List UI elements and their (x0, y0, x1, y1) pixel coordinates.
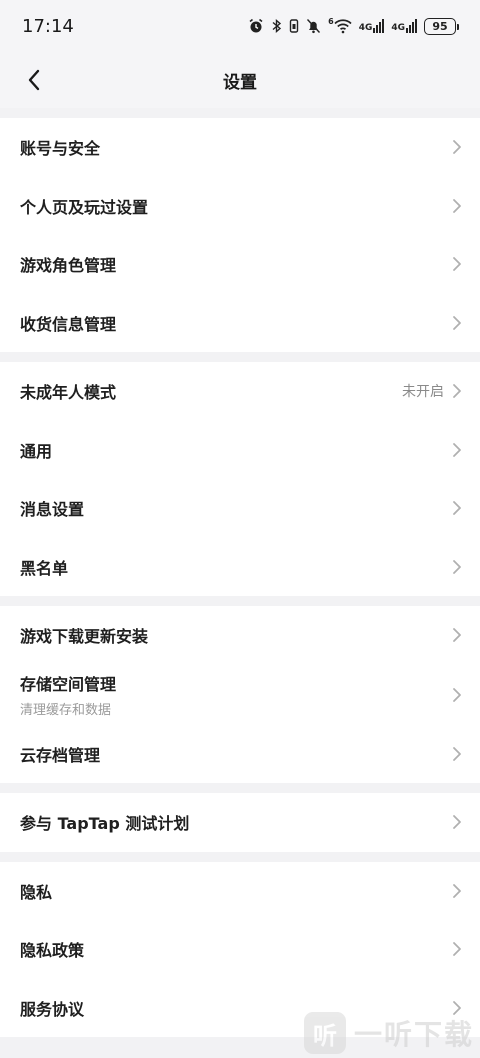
settings-list: 账号与安全 个人页及玩过设置 游戏角色管理 收货信息管理 未成年人模式 未开启 … (0, 118, 480, 1037)
nav-bar: 设置 (0, 52, 480, 108)
settings-item-minor-mode[interactable]: 未成年人模式 未开启 (0, 362, 480, 421)
mute-bell-icon (306, 18, 321, 34)
settings-group-account: 账号与安全 个人页及玩过设置 游戏角色管理 收货信息管理 (0, 118, 480, 352)
back-button[interactable] (18, 64, 50, 96)
settings-group-storage: 游戏下载更新安装 存储空间管理 清理缓存和数据 云存档管理 (0, 606, 480, 783)
alarm-icon (248, 18, 264, 34)
settings-item-label: 收货信息管理 (20, 314, 117, 334)
chevron-right-icon (453, 746, 461, 761)
chevron-right-icon (453, 140, 461, 155)
storage-label: 存储空间管理 (20, 675, 117, 694)
chevron-right-icon (453, 442, 461, 457)
settings-item-label: 游戏下载更新安装 (20, 627, 149, 647)
settings-item-label: 个人页及玩过设置 (20, 197, 149, 217)
status-time: 17:14 (22, 15, 74, 37)
settings-item-label: 未成年人模式 (20, 383, 117, 403)
status-bar: 17:14 6 4G 4G 95 (0, 0, 480, 52)
settings-item-general[interactable]: 通用 (0, 421, 480, 480)
settings-item-privacy[interactable]: 隐私 (0, 862, 480, 921)
chevron-right-icon (453, 559, 461, 574)
signal-icon-2: 4G (391, 19, 417, 33)
storage-sublabel: 清理缓存和数据 (20, 703, 112, 718)
settings-item-game-roles[interactable]: 游戏角色管理 (0, 235, 480, 294)
chevron-right-icon (453, 687, 461, 702)
settings-item-label: 存储空间管理 清理缓存和数据 (20, 671, 116, 718)
settings-item-label: 消息设置 (20, 500, 85, 520)
settings-item-label: 游戏角色管理 (20, 256, 117, 276)
chevron-right-icon (453, 257, 461, 272)
chevron-right-icon (453, 815, 461, 830)
settings-item-label: 云存档管理 (20, 745, 101, 765)
chevron-right-icon (453, 628, 461, 643)
settings-item-account-security[interactable]: 账号与安全 (0, 118, 480, 177)
wifi-icon: 6 (328, 18, 352, 34)
settings-item-notifications[interactable]: 消息设置 (0, 479, 480, 538)
settings-group-privacy: 隐私 隐私政策 服务协议 (0, 861, 480, 1037)
watermark: 听 一听下载 (303, 1012, 474, 1054)
bluetooth-icon (271, 18, 282, 34)
settings-item-blacklist[interactable]: 黑名单 (0, 538, 480, 597)
chevron-right-icon (453, 384, 461, 399)
chevron-left-icon (28, 69, 40, 91)
settings-item-privacy-policy[interactable]: 隐私政策 (0, 920, 480, 979)
settings-item-label: 服务协议 (20, 999, 85, 1019)
chevron-right-icon (453, 942, 461, 957)
chevron-right-icon (453, 501, 461, 516)
settings-group-general: 未成年人模式 未开启 通用 消息设置 黑名单 (0, 362, 480, 596)
settings-item-label: 隐私 (20, 882, 53, 902)
settings-item-shipping-info[interactable]: 收货信息管理 (0, 294, 480, 353)
settings-group-beta: 参与 TapTap 测试计划 (0, 793, 480, 852)
watermark-logo: 听 (303, 1012, 346, 1054)
chevron-right-icon (453, 198, 461, 213)
minor-mode-status: 未开启 (402, 384, 444, 401)
settings-item-storage[interactable]: 存储空间管理 清理缓存和数据 (0, 665, 480, 725)
status-icons: 6 4G 4G 95 (248, 17, 459, 35)
signal-icon-1: 4G (359, 19, 385, 33)
settings-item-label: 账号与安全 (20, 139, 101, 159)
chevron-right-icon (453, 315, 461, 330)
settings-item-label: 隐私政策 (20, 941, 85, 961)
settings-item-label: 通用 (20, 441, 53, 461)
settings-item-label: 参与 TapTap 测试计划 (20, 814, 190, 834)
watermark-text: 一听下载 (353, 1018, 474, 1051)
settings-item-label: 黑名单 (20, 558, 69, 578)
battery-icon: 95 (424, 17, 459, 35)
page-title: 设置 (223, 72, 257, 93)
vibrate-icon (289, 18, 299, 34)
settings-item-profile-played[interactable]: 个人页及玩过设置 (0, 177, 480, 236)
settings-item-download-install[interactable]: 游戏下载更新安装 (0, 606, 480, 665)
settings-item-cloud-save[interactable]: 云存档管理 (0, 725, 480, 784)
settings-item-beta-program[interactable]: 参与 TapTap 测试计划 (0, 793, 480, 852)
chevron-right-icon (453, 883, 461, 898)
